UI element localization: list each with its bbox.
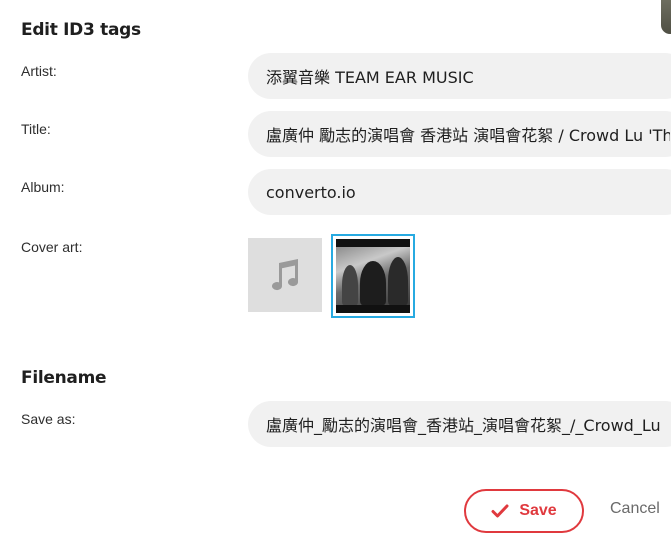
cancel-button[interactable]: Cancel — [610, 500, 660, 518]
artist-input[interactable] — [248, 53, 671, 99]
save-button[interactable]: Save — [464, 489, 584, 533]
artist-label: Artist: — [21, 63, 57, 79]
filename-section-title: Filename — [21, 368, 107, 388]
scroll-handle[interactable] — [661, 0, 671, 34]
checkmark-icon — [491, 504, 509, 518]
save-as-input[interactable] — [248, 401, 671, 447]
album-input[interactable] — [248, 169, 671, 215]
save-button-label: Save — [519, 502, 557, 519]
title-input[interactable] — [248, 111, 671, 157]
selected-cover-thumbnail[interactable] — [331, 234, 415, 318]
album-label: Album: — [21, 179, 65, 195]
title-label: Title: — [21, 121, 51, 137]
music-note-icon — [272, 259, 299, 291]
cover-image — [336, 239, 410, 313]
cover-art-label: Cover art: — [21, 239, 83, 255]
id3-section-title: Edit ID3 tags — [21, 20, 141, 40]
save-as-label: Save as: — [21, 411, 76, 427]
edit-tags-panel: Edit ID3 tags Artist: Title: Album: Cove… — [0, 0, 671, 550]
default-cover-option[interactable] — [248, 238, 322, 312]
